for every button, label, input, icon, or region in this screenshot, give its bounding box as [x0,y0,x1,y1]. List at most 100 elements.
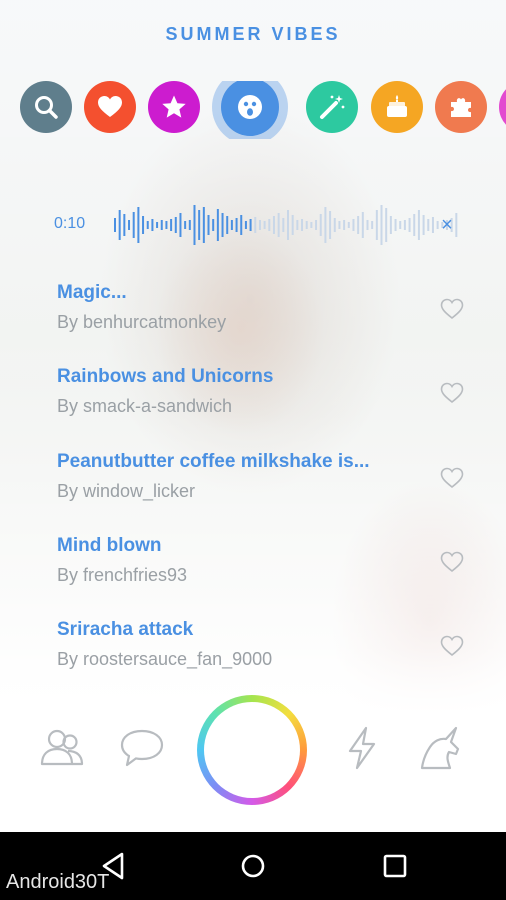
waveform-bar [123,214,126,236]
waveform-bar [202,207,205,243]
waveform-bar [347,222,350,228]
category-magic[interactable] [306,81,358,133]
favorite-heart-icon[interactable] [440,551,464,573]
waveform-bar [165,221,168,229]
waveform-bar [254,217,257,233]
waveform[interactable] [114,205,460,245]
waveform-bar [230,220,233,230]
waveform-bar [291,215,294,235]
list-item[interactable]: Mind blown By frenchfries93 [57,535,477,619]
waveform-bar [315,220,318,230]
waveform-bar [258,220,261,230]
sound-title: Magic... [57,282,127,303]
waveform-bar [146,221,149,229]
waveform-bar [244,221,247,229]
waveform-bar [319,214,322,236]
list-item[interactable]: Rainbows and Unicorns By smack-a-sandwic… [57,366,477,450]
list-item[interactable]: Peanutbutter coffee milkshake is... By w… [57,451,477,535]
sound-author: By frenchfries93 [57,564,188,585]
search-icon [33,94,59,120]
friends-icon[interactable] [38,724,86,772]
waveform-bar [193,205,196,245]
waveform-bar [263,221,266,229]
waveform-bar [184,221,187,229]
waveform-bar [128,220,131,230]
record-button[interactable] [197,695,307,805]
recents-icon[interactable] [379,850,411,882]
waveform-bar [132,212,135,238]
waveform-bar [431,217,434,233]
waveform-bar [338,221,341,229]
category-celebration[interactable] [371,81,423,133]
sound-title: Rainbows and Unicorns [57,366,274,388]
watermark: Android30T [6,871,110,893]
sound-author: By roostersauce_fan_9000 [57,649,273,670]
heart-icon [97,95,123,119]
list-item[interactable]: Magic... By benhurcatmonkey [57,282,477,366]
waveform-bar [324,207,327,243]
waveform-bar [417,210,420,240]
waveform-bar [174,217,177,233]
waveform-bar [268,219,271,231]
favorite-heart-icon[interactable] [440,467,464,489]
favorite-heart-icon[interactable] [440,635,464,657]
waveform-bar [413,214,416,236]
waveform-bar [179,213,182,237]
category-love[interactable] [84,81,136,133]
sound-author: By benhurcatmonkey [57,312,227,332]
waveform-bar [296,220,299,230]
cake-icon [383,93,411,121]
waveform-bar [226,216,229,234]
bottom-toolbar [0,690,506,832]
sound-title: Sriracha attack [57,619,194,641]
waveform-bar [272,216,275,234]
waveform-bar [394,219,397,231]
waveform-bar [282,218,285,232]
waveform-bar [329,211,332,239]
unicorn-icon[interactable] [416,724,464,772]
waveform-bar [385,208,388,242]
waveform-bar [114,218,116,232]
sound-author: By window_licker [57,480,196,501]
waveform-bar [399,221,402,229]
waveform-bar [207,215,210,235]
favorite-heart-icon[interactable] [440,382,464,404]
category-games[interactable] [435,81,487,133]
category-carousel[interactable] [20,81,506,139]
waveform-bar [142,216,145,234]
system-navigation-bar: Android30T [0,832,506,900]
waveform-bar [198,210,201,240]
waveform-bar [357,216,360,234]
waveform-bar [333,218,336,232]
category-search[interactable] [20,81,72,133]
waveform-bar [403,220,406,230]
sound-list: Magic... By benhurcatmonkey Rainbows and… [57,282,477,703]
waveform-bar [212,219,215,231]
page-title: SUMMER VIBES [165,24,341,44]
lightning-icon[interactable] [338,724,386,772]
sound-title: Mind blown [57,534,162,556]
waveform-bar [389,216,392,234]
waveform-bar [156,222,159,228]
favorite-heart-icon[interactable] [440,298,464,320]
category-favorites[interactable] [148,81,200,133]
chat-bubble-icon[interactable] [118,724,166,772]
waveform-bar [160,220,163,230]
record-button-center[interactable] [204,702,300,798]
category-more[interactable] [499,81,506,133]
close-player-button[interactable]: × [436,214,458,236]
playback-time: 0:10 [54,215,86,232]
category-surprise-selected[interactable] [221,81,279,136]
waveform-bar [240,215,243,235]
waveform-bar [287,210,289,240]
waveform-bar [352,219,355,231]
waveform-bar [137,207,140,243]
home-icon[interactable] [237,850,269,882]
waveform-bar [366,220,369,230]
magic-wand-icon [318,93,346,121]
audio-player: 0:10 × [54,205,466,245]
waveform-bar [235,218,238,232]
sound-title: Peanutbutter coffee milkshake is... [57,450,370,472]
waveform-bar [422,215,425,235]
waveform-bar [301,219,304,231]
